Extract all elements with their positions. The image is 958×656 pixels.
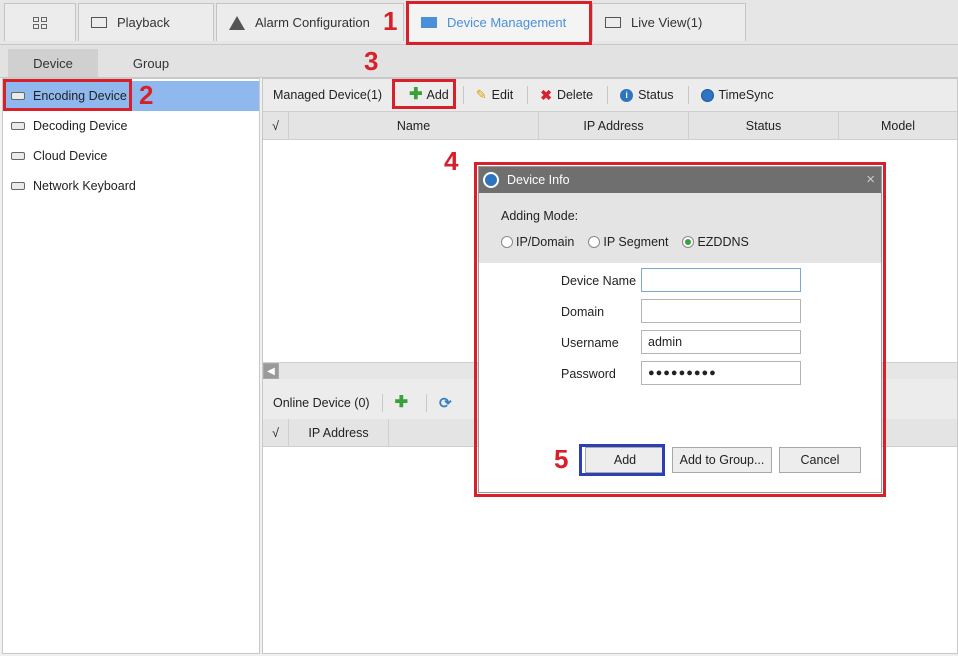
device-icon (11, 92, 25, 100)
app-logo-icon (483, 172, 499, 188)
annotation-number-5: 5 (554, 444, 569, 474)
delete-label: Delete (556, 88, 594, 102)
tab-alarm-configuration-label: Alarm Configuration (255, 15, 370, 30)
timesync-button[interactable]: TimeSync (700, 88, 774, 102)
playback-icon (91, 17, 107, 28)
annotation-number-4: 4 (444, 146, 459, 176)
dialog-title: Device Info (507, 173, 570, 187)
tab-playback-label: Playback (117, 15, 170, 30)
adding-mode-section: Adding Mode: IP/Domain IP Segment EZDDNS (479, 193, 881, 263)
device-name-input[interactable] (641, 268, 801, 292)
add-online-device-button[interactable]: ✚ (394, 394, 412, 411)
domain-input[interactable] (641, 299, 801, 323)
dialog-title-bar[interactable]: Device Info × (479, 167, 881, 193)
device-info-dialog: Device Info × Adding Mode: IP/Domain IP … (478, 166, 882, 493)
column-ip-address[interactable]: IP Address (539, 112, 689, 139)
column-model[interactable]: Model (839, 112, 957, 139)
delete-x-icon: ✖ (540, 86, 552, 103)
add-device-label: Add (426, 88, 449, 102)
online-device-title: Online Device (0) (273, 396, 370, 410)
tab-live-view-label: Live View(1) (631, 15, 703, 30)
managed-device-title: Managed Device(1) (273, 88, 383, 102)
mode-label: IP Segment (603, 235, 669, 249)
cancel-button[interactable]: Cancel (779, 447, 861, 473)
device-name-label: Device Name (561, 274, 637, 288)
tab-alarm-configuration[interactable]: Alarm Configuration (216, 3, 404, 41)
tab-home[interactable] (4, 3, 76, 41)
sidebar-item-cloud-device[interactable]: Cloud Device (3, 141, 259, 171)
password-label: Password (561, 367, 616, 381)
add-to-group-button[interactable]: Add to Group... (672, 447, 772, 473)
sidebar-item-label: Cloud Device (33, 149, 108, 163)
annotation-number-3: 3 (364, 46, 379, 76)
column-select-all[interactable]: √ (263, 419, 289, 446)
refresh-icon: ⟳ (438, 395, 452, 412)
plus-icon: ✚ (409, 86, 423, 103)
radio-icon (588, 236, 601, 248)
tab-live-view[interactable]: Live View(1) (592, 3, 746, 41)
plus-icon: ✚ (394, 394, 408, 411)
camera-icon (421, 17, 437, 28)
tab-playback[interactable]: Playback (78, 3, 214, 41)
edit-label: Edit (491, 88, 514, 102)
domain-label: Domain (561, 305, 605, 319)
mode-label: EZDDNS (697, 235, 749, 249)
mode-ip-domain-radio[interactable]: IP/Domain (501, 235, 574, 249)
close-icon[interactable]: × (866, 171, 875, 188)
mode-ezddns-radio[interactable]: EZDDNS (682, 235, 749, 249)
username-input[interactable]: admin (641, 330, 801, 354)
managed-device-table-header: √ Name IP Address Status Model (263, 112, 957, 140)
tab-device-management-label: Device Management (447, 15, 567, 30)
sidebar-item-network-keyboard[interactable]: Network Keyboard (3, 171, 259, 201)
sidebar-item-label: Encoding Device (33, 89, 127, 103)
add-device-button[interactable]: ✚ Add (409, 86, 449, 103)
device-icon (11, 122, 25, 130)
edit-button[interactable]: ✎ Edit (476, 87, 513, 103)
adding-mode-options: IP/Domain IP Segment EZDDNS (501, 235, 755, 249)
mode-label: IP/Domain (516, 235, 575, 249)
subtab-group[interactable]: Group (106, 49, 196, 77)
status-button[interactable]: i Status (620, 88, 674, 102)
sidebar-item-label: Network Keyboard (33, 179, 136, 193)
device-icon (11, 152, 25, 160)
annotation-number-1: 1 (383, 6, 398, 36)
delete-button[interactable]: ✖ Delete (540, 87, 593, 104)
tab-device-management[interactable]: Device Management (408, 3, 590, 41)
managed-device-toolbar: Managed Device(1) ✚ Add ✎ Edit ✖ Delete … (263, 79, 957, 112)
subtab-device[interactable]: Device (8, 49, 98, 77)
scroll-left-icon[interactable]: ◀ (263, 363, 279, 379)
status-label: Status (638, 88, 674, 102)
radio-icon (501, 236, 513, 248)
username-label: Username (561, 336, 619, 350)
info-icon: i (620, 88, 634, 102)
column-name[interactable]: Name (289, 112, 539, 139)
timesync-label: TimeSync (718, 88, 774, 102)
main-tab-bar: Playback Alarm Configuration Device Mana… (0, 0, 958, 45)
column-status[interactable]: Status (689, 112, 839, 139)
device-type-sidebar: Encoding Device Decoding Device Cloud De… (2, 78, 260, 654)
mode-ip-segment-radio[interactable]: IP Segment (588, 235, 668, 249)
adding-mode-label: Adding Mode: (501, 209, 579, 223)
clock-icon (700, 88, 714, 102)
column-select-all[interactable]: √ (263, 112, 289, 139)
annotation-number-2: 2 (139, 80, 154, 110)
add-button[interactable]: Add (585, 447, 665, 473)
grid-icon (33, 16, 47, 29)
pencil-icon: ✎ (475, 87, 487, 102)
radio-selected-icon (682, 236, 695, 248)
sidebar-item-decoding-device[interactable]: Decoding Device (3, 111, 259, 141)
alarm-icon (229, 15, 245, 30)
sidebar-item-label: Decoding Device (33, 119, 128, 133)
keyboard-icon (11, 182, 25, 190)
sub-tab-bar: Device Group (0, 45, 958, 78)
sidebar-item-encoding-device[interactable]: Encoding Device (3, 81, 259, 111)
monitor-icon (605, 17, 621, 28)
password-input[interactable]: ●●●●●●●●● (641, 361, 801, 385)
refresh-button[interactable]: ⟳ (439, 394, 452, 412)
column-ip-address[interactable]: IP Address (289, 419, 389, 446)
